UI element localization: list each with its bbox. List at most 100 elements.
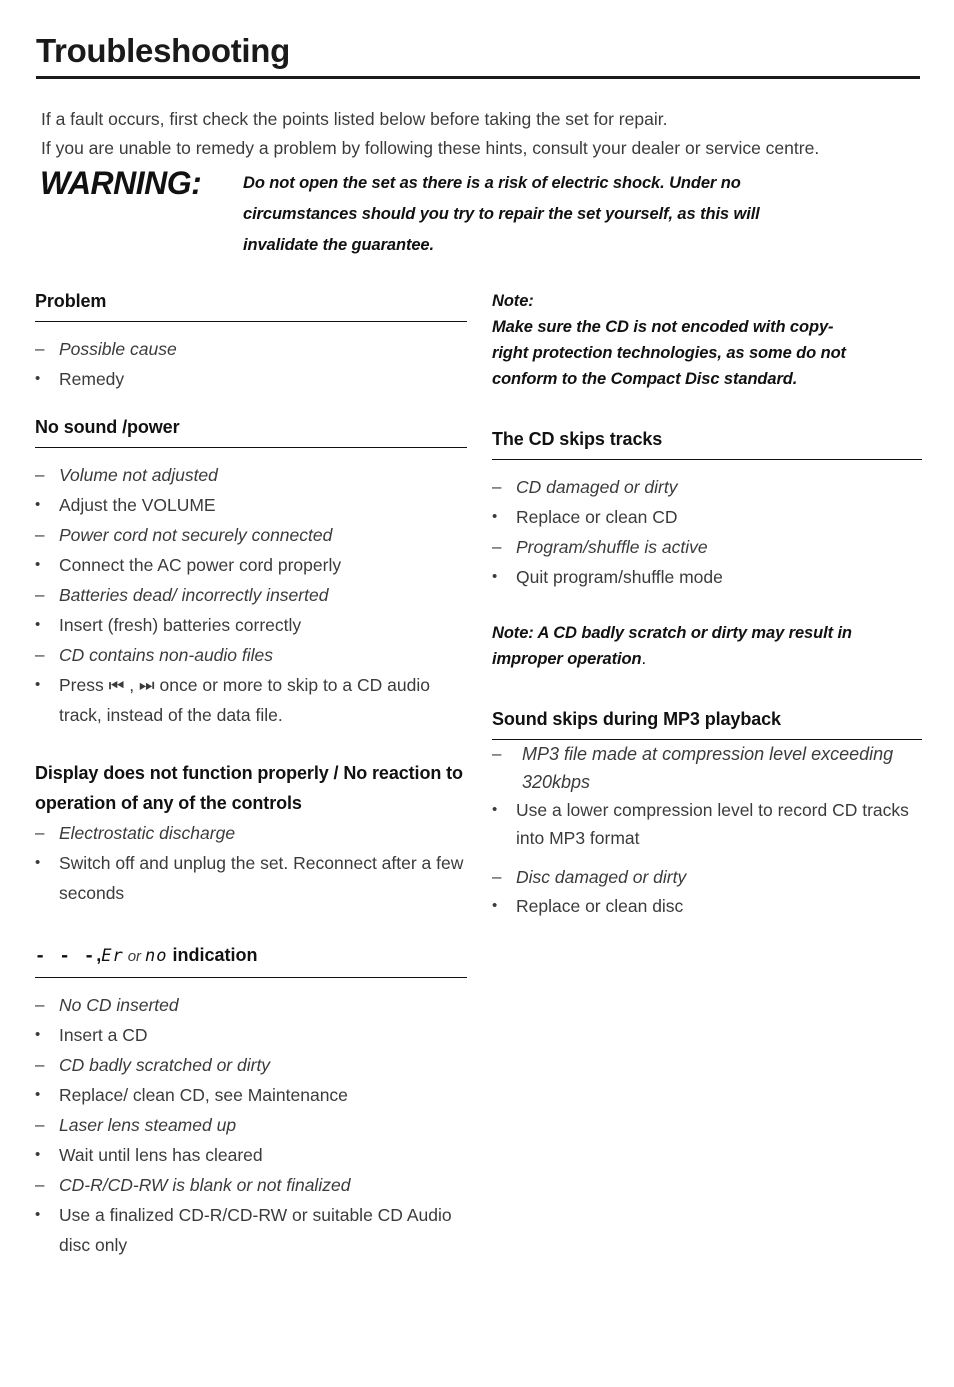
remedy-text: Wait until lens has cleared — [59, 1145, 263, 1165]
list-item: • Quit program/shuffle mode — [492, 562, 922, 592]
note-cd-encoding: Note: Make sure the CD is not encoded wi… — [492, 288, 922, 392]
list-item: – Power cord not securely connected — [35, 520, 467, 550]
section-mp3-playback: Sound skips during MP3 playback – MP3 fi… — [492, 706, 922, 920]
cause-text: CD badly scratched or dirty — [59, 1055, 271, 1075]
section-heading-no-sound-power: No sound /power — [35, 414, 467, 448]
list-item: – MP3 file made at compression level exc… — [492, 740, 922, 796]
list-item: – CD-R/CD-RW is blank or not finalized — [35, 1170, 467, 1200]
list-problem: – Possible cause • Remedy — [35, 334, 467, 394]
intro-line-1: If a fault occurs, first check the point… — [41, 109, 668, 129]
lcd-or-word: or — [127, 948, 142, 965]
dash-marker: – — [492, 537, 502, 556]
list-item: – Electrostatic discharge — [35, 818, 467, 848]
list-item: • Remedy — [35, 364, 467, 394]
cause-text: Possible cause — [59, 339, 177, 359]
section-heading-cd-skips-tracks: The CD skips tracks — [492, 426, 922, 460]
bullet-marker: • — [35, 1026, 41, 1043]
section-no-sound-power: No sound /power – Volume not adjusted • … — [35, 414, 467, 730]
dash-marker: – — [35, 1175, 45, 1194]
list-item: • Insert a CD — [35, 1020, 467, 1050]
cause-text: CD contains non-audio files — [59, 645, 274, 665]
note-cd-scratch-period: . — [641, 650, 646, 668]
dash-marker: – — [35, 1055, 45, 1074]
remedy-text: Replace or clean disc — [516, 896, 684, 916]
dash-marker: – — [35, 585, 45, 604]
list-mp3-playback: – MP3 file made at compression level exc… — [492, 740, 922, 920]
dash-marker: – — [35, 1115, 45, 1134]
section-lcd-indication: - - -,Er or no indication – No CD inserted… — [35, 942, 467, 1260]
troubleshooting-page: Troubleshooting If a fault occurs, first… — [0, 0, 954, 1387]
cause-text: Program/shuffle is active — [516, 537, 708, 557]
remedy-text: Switch off and unplug the set. Reconnect… — [59, 853, 464, 903]
bullet-marker: • — [35, 1086, 41, 1103]
bullet-marker: • — [492, 508, 498, 525]
lcd-heading-suffix: indication — [172, 945, 258, 965]
warning-line-3: invalidate the guarantee. — [243, 236, 434, 254]
warning-label: WARNING: — [40, 165, 202, 201]
list-item: • Switch off and unplug the set. Reconne… — [35, 848, 467, 908]
note-line-3: conform to the Compact Disc standard. — [492, 370, 798, 388]
list-item: – CD badly scratched or dirty — [35, 1050, 467, 1080]
lcd-no-code-glyph: no — [145, 946, 168, 966]
remedy-text: Remedy — [59, 369, 125, 389]
bullet-marker: • — [35, 1146, 41, 1163]
intro-line-2: If you are unable to remedy a problem by… — [41, 138, 820, 158]
cause-text: Laser lens steamed up — [59, 1115, 237, 1135]
bullet-marker: • — [35, 370, 41, 387]
bullet-marker: • — [35, 616, 41, 633]
list-cd-skips-tracks: – CD damaged or dirty • Replace or clean… — [492, 472, 922, 592]
list-no-sound-power: – Volume not adjusted • Adjust the VOLUM… — [35, 460, 467, 730]
bullet-marker: • — [492, 801, 498, 818]
remedy-text: Use a lower compression level to record … — [516, 800, 909, 848]
cause-text: CD-R/CD-RW is blank or not finalized — [59, 1175, 351, 1195]
list-item: • Insert (fresh) batteries correctly — [35, 610, 467, 640]
list-item: • Press ⏮ , ⏭ once or more to skip to a … — [35, 670, 467, 730]
remedy-text-with-transport-icons: Press ⏮ , ⏭ once or more to skip to a CD… — [59, 675, 430, 725]
list-item: – CD damaged or dirty — [492, 472, 922, 502]
dash-marker: – — [35, 823, 45, 842]
left-column: Problem – Possible cause • Remedy No sou… — [35, 288, 467, 1260]
list-item: – Disc damaged or dirty — [492, 862, 922, 892]
dash-marker: – — [35, 465, 45, 484]
warning-block: WARNING: Do not open the set as there is… — [40, 165, 930, 261]
bullet-marker: • — [492, 568, 498, 585]
cause-text: Volume not adjusted — [59, 465, 218, 485]
page-title: Troubleshooting — [36, 32, 290, 69]
remedy-text: Insert a CD — [59, 1025, 148, 1045]
list-item: – CD contains non-audio files — [35, 640, 467, 670]
list-item: • Connect the AC power cord properly — [35, 550, 467, 580]
list-item: – Laser lens steamed up — [35, 1110, 467, 1140]
remedy-text: Use a finalized CD-R/CD-RW or suitable C… — [59, 1205, 452, 1255]
list-display-malfunction: – Electrostatic discharge • Switch off a… — [35, 818, 467, 908]
list-item: – Possible cause — [35, 334, 467, 364]
section-display-malfunction: Display does not function properly / No … — [35, 758, 467, 908]
remedy-text: Connect the AC power cord properly — [59, 555, 342, 575]
cause-text: CD damaged or dirty — [516, 477, 678, 497]
dash-marker: – — [492, 744, 502, 763]
remedy-text: Quit program/shuffle mode — [516, 567, 723, 587]
section-heading-lcd-indication: - - -,Er or no indication — [35, 942, 467, 978]
remedy-text: Adjust the VOLUME — [59, 495, 216, 515]
list-item: – Program/shuffle is active — [492, 532, 922, 562]
lcd-error-code-glyph: Er — [101, 946, 124, 966]
list-item: • Wait until lens has cleared — [35, 1140, 467, 1170]
section-problem: Problem – Possible cause • Remedy — [35, 288, 467, 394]
list-item: • Use a finalized CD-R/CD-RW or suitable… — [35, 1200, 467, 1260]
cause-text: Batteries dead/ incorrectly inserted — [59, 585, 329, 605]
list-item: • Adjust the VOLUME — [35, 490, 467, 520]
list-item: • Replace or clean disc — [492, 892, 922, 920]
remedy-text: Replace or clean CD — [516, 507, 678, 527]
title-block: Troubleshooting — [36, 32, 920, 79]
list-item: – No CD inserted — [35, 990, 467, 1020]
dash-marker: – — [35, 339, 45, 358]
cause-text: No CD inserted — [59, 995, 179, 1015]
bullet-marker: • — [35, 676, 41, 693]
intro-paragraph: If a fault occurs, first check the point… — [41, 105, 931, 163]
right-column: Note: Make sure the CD is not encoded wi… — [492, 288, 922, 920]
dash-marker: – — [35, 525, 45, 544]
list-item: • Replace/ clean CD, see Maintenance — [35, 1080, 467, 1110]
dash-marker: – — [35, 645, 45, 664]
bullet-marker: • — [35, 854, 41, 871]
list-lcd-indication: – No CD inserted • Insert a CD – CD badl… — [35, 990, 467, 1260]
note-cd-scratch-text: Note: A CD badly scratch or dirty may re… — [492, 624, 852, 668]
